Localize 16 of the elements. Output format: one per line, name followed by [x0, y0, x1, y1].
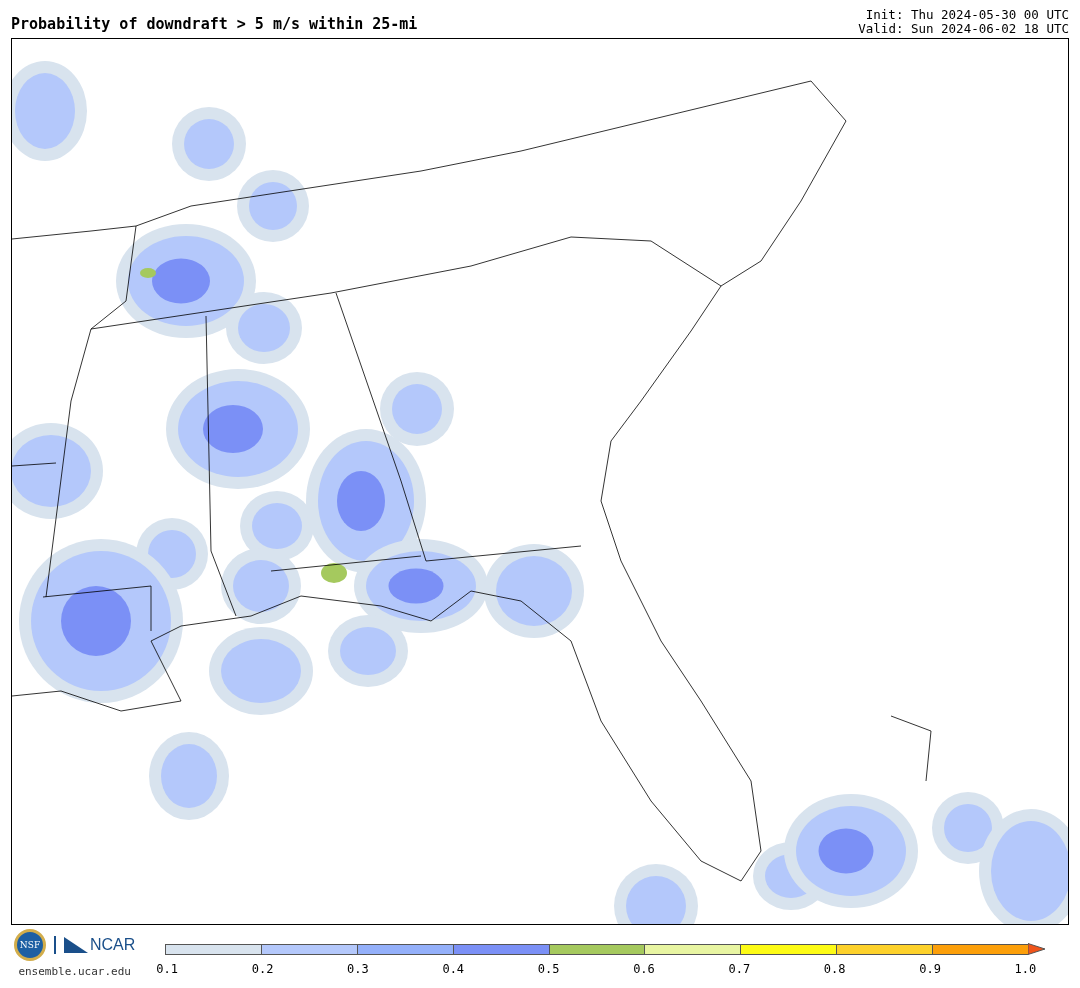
tick-label: 0.2 [251, 962, 274, 976]
tick-label: 0.9 [919, 962, 941, 976]
init-time: Init: Thu 2024-05-30 00 UTC [865, 8, 1069, 22]
chart-title: Probability of downdraft > 5 m/s within 25-mi [11, 15, 418, 35]
tick-label: 0.4 [442, 962, 465, 976]
tick-label: 0.7 [728, 962, 751, 976]
tick-label: 0.3 [347, 962, 369, 976]
website-url: ensemble.ucar.edu [18, 965, 131, 978]
tick-label: 0.1 [156, 962, 179, 976]
tick-label: 0.6 [633, 962, 655, 976]
valid-time: Valid: Sun 2024-06-02 18 UTC [858, 22, 1069, 36]
tick-label: 0.5 [537, 962, 560, 976]
ncar-logo: NCAR [54, 936, 136, 954]
nsf-logo: NSF [14, 929, 46, 961]
tick-label: 0.8 [823, 962, 846, 976]
tick-label: 1.0 [1014, 962, 1037, 976]
